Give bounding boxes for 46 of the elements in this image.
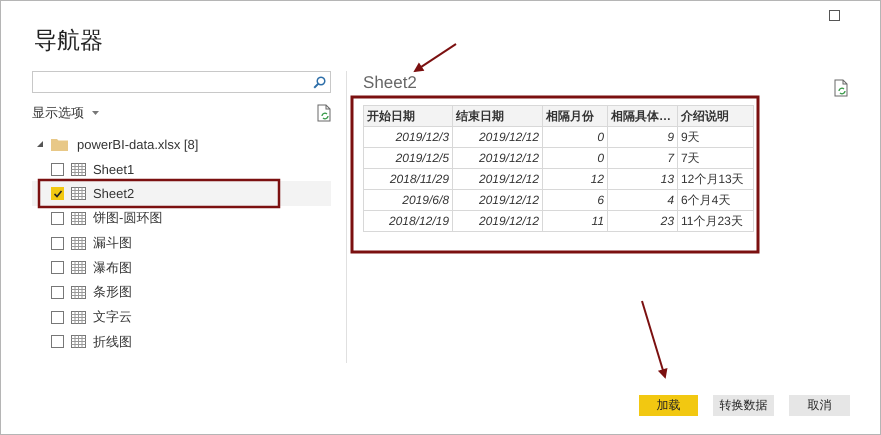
tree-item-label[interactable]: 漏斗图 xyxy=(93,234,132,252)
window-title: 导航器 xyxy=(34,26,103,55)
tree-item-label[interactable]: 饼图-圆环图 xyxy=(93,209,162,228)
table-cell: 7天 xyxy=(678,148,754,168)
table-cell: 11个月23天 xyxy=(678,210,754,232)
table-cell: 2018/11/29 xyxy=(364,168,452,190)
table-cell: 12个月13天 xyxy=(678,168,754,190)
display-options-dropdown[interactable]: 显示选项 xyxy=(32,104,99,122)
tree-item-label[interactable]: Sheet1 xyxy=(93,162,134,177)
table-cell: 12 xyxy=(542,168,608,190)
selected-row-highlight[interactable]: Sheet2 xyxy=(32,181,331,206)
preview-title: Sheet2 xyxy=(363,73,417,93)
table-cell: 2019/12/5 xyxy=(364,148,452,168)
column-header: 开始日期 xyxy=(364,106,452,126)
table-cell: 2019/12/12 xyxy=(452,190,542,210)
tree-item-label[interactable]: 折线图 xyxy=(93,332,132,351)
dialog-button[interactable]: 转换数据 xyxy=(713,395,774,416)
table-cell: 7 xyxy=(608,148,678,168)
tree-item-label[interactable]: Sheet2 xyxy=(93,186,134,202)
table-cell: 0 xyxy=(542,126,608,148)
column-header: 相隔具体… xyxy=(608,106,678,126)
table-cell: 9 xyxy=(608,126,678,148)
table-cell: 11 xyxy=(542,210,608,232)
table-cell: 2019/12/12 xyxy=(452,126,542,148)
table-cell: 6 xyxy=(542,190,608,210)
tree-item-label[interactable]: 文字云 xyxy=(93,308,132,326)
table-cell: 2019/12/12 xyxy=(452,168,542,190)
column-header: 结束日期 xyxy=(452,106,542,126)
tree-item-label[interactable]: powerBI-data.xlsx [8] xyxy=(77,136,198,152)
column-header: 相隔月份 xyxy=(542,106,608,126)
table-cell: 0 xyxy=(542,148,608,168)
table-cell: 2019/6/8 xyxy=(364,190,452,210)
table-cell: 2019/12/3 xyxy=(364,126,452,148)
tree-item-label[interactable]: 条形图 xyxy=(93,283,132,302)
table-cell: 4 xyxy=(608,190,678,210)
column-header: 介绍说明 xyxy=(678,106,754,126)
dialog-button[interactable]: 加载 xyxy=(639,395,698,416)
table-cell: 2018/12/19 xyxy=(364,210,452,232)
table-cell: 2019/12/12 xyxy=(452,210,542,232)
table-cell: 13 xyxy=(608,168,678,190)
dialog-button[interactable]: 取消 xyxy=(789,395,850,416)
tree-item-label[interactable]: 瀑布图 xyxy=(93,258,132,277)
table-cell: 9天 xyxy=(678,126,754,148)
table-cell: 6个月4天 xyxy=(678,190,754,210)
table-cell: 2019/12/12 xyxy=(452,148,542,168)
table-cell: 23 xyxy=(608,210,678,232)
